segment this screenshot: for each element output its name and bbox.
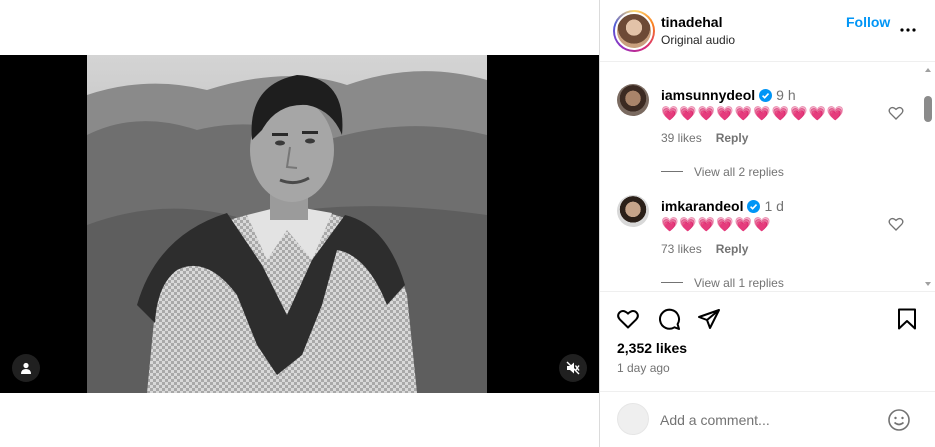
emoji-icon[interactable] [887, 408, 911, 432]
post-actions: 2,352 likes 1 day ago [600, 291, 935, 391]
view-replies-button[interactable]: View all 2 replies [661, 165, 784, 179]
speaker-muted-icon [566, 361, 580, 375]
more-options-icon[interactable] [898, 20, 918, 40]
verified-badge-icon [759, 89, 773, 102]
verified-badge-icon [747, 200, 761, 213]
comment-bubble-icon[interactable] [657, 307, 681, 331]
post-side-panel: tinadehal Original audio Follow iamsunny… [599, 0, 935, 447]
comment-likes[interactable]: 73 likes [661, 242, 702, 256]
media-area [0, 0, 600, 447]
tagged-users-button[interactable] [12, 354, 40, 382]
commenter-avatar[interactable] [617, 84, 649, 116]
mute-toggle-button[interactable] [559, 354, 587, 382]
comment-header: iamsunnydeol 9 h [661, 87, 796, 103]
share-paper-plane-icon[interactable] [697, 307, 721, 331]
comment-likes[interactable]: 39 likes [661, 131, 702, 145]
person-icon [21, 362, 31, 374]
audio-label[interactable]: Original audio [661, 33, 735, 47]
add-comment-bar [600, 391, 935, 447]
replies-divider [661, 282, 683, 283]
post-timestamp[interactable]: 1 day ago [617, 361, 670, 375]
view-replies-button[interactable]: View all 1 replies [661, 276, 784, 290]
save-bookmark-icon[interactable] [895, 307, 919, 331]
post-header: tinadehal Original audio Follow [600, 0, 935, 62]
comment-time[interactable]: 1 d [764, 198, 783, 214]
likes-count[interactable]: 2,352 likes [617, 340, 687, 356]
comment-meta: 73 likes Reply [661, 242, 748, 256]
scroll-up-arrow-icon[interactable] [924, 66, 932, 74]
reply-button[interactable]: Reply [716, 242, 749, 256]
comment-input[interactable] [660, 409, 870, 431]
commenter-username[interactable]: imkarandeol [661, 198, 743, 214]
view-replies-label: View all 2 replies [694, 165, 784, 179]
follow-button[interactable]: Follow [846, 14, 890, 30]
comment-header: imkarandeol 1 d [661, 198, 784, 214]
reply-button[interactable]: Reply [716, 131, 749, 145]
comment-text: 💗💗💗💗💗💗 [661, 216, 772, 232]
like-heart-icon[interactable] [616, 307, 640, 331]
comment-time[interactable]: 9 h [776, 87, 795, 103]
comment-meta: 39 likes Reply [661, 131, 748, 145]
video-player[interactable] [0, 55, 600, 393]
scroll-down-arrow-icon[interactable] [924, 280, 932, 288]
author-avatar[interactable] [613, 10, 655, 52]
comment-text: 💗💗💗💗💗💗💗💗💗💗 [661, 105, 846, 121]
video-frame [87, 55, 487, 393]
author-username[interactable]: tinadehal [661, 14, 722, 30]
comments-scrollbar[interactable] [920, 63, 935, 291]
replies-divider [661, 171, 683, 172]
author-avatar-image [615, 12, 653, 50]
current-user-avatar [617, 403, 649, 435]
comment-like-heart-icon[interactable] [888, 105, 904, 121]
commenter-username[interactable]: iamsunnydeol [661, 87, 755, 103]
view-replies-label: View all 1 replies [694, 276, 784, 290]
comment-like-heart-icon[interactable] [888, 216, 904, 232]
video-still-image [87, 55, 487, 393]
comments-list[interactable]: iamsunnydeol 9 h 💗💗💗💗💗💗💗💗💗💗 39 likes Reply… [600, 63, 935, 291]
commenter-avatar[interactable] [617, 195, 649, 227]
scroll-thumb[interactable] [924, 96, 932, 122]
